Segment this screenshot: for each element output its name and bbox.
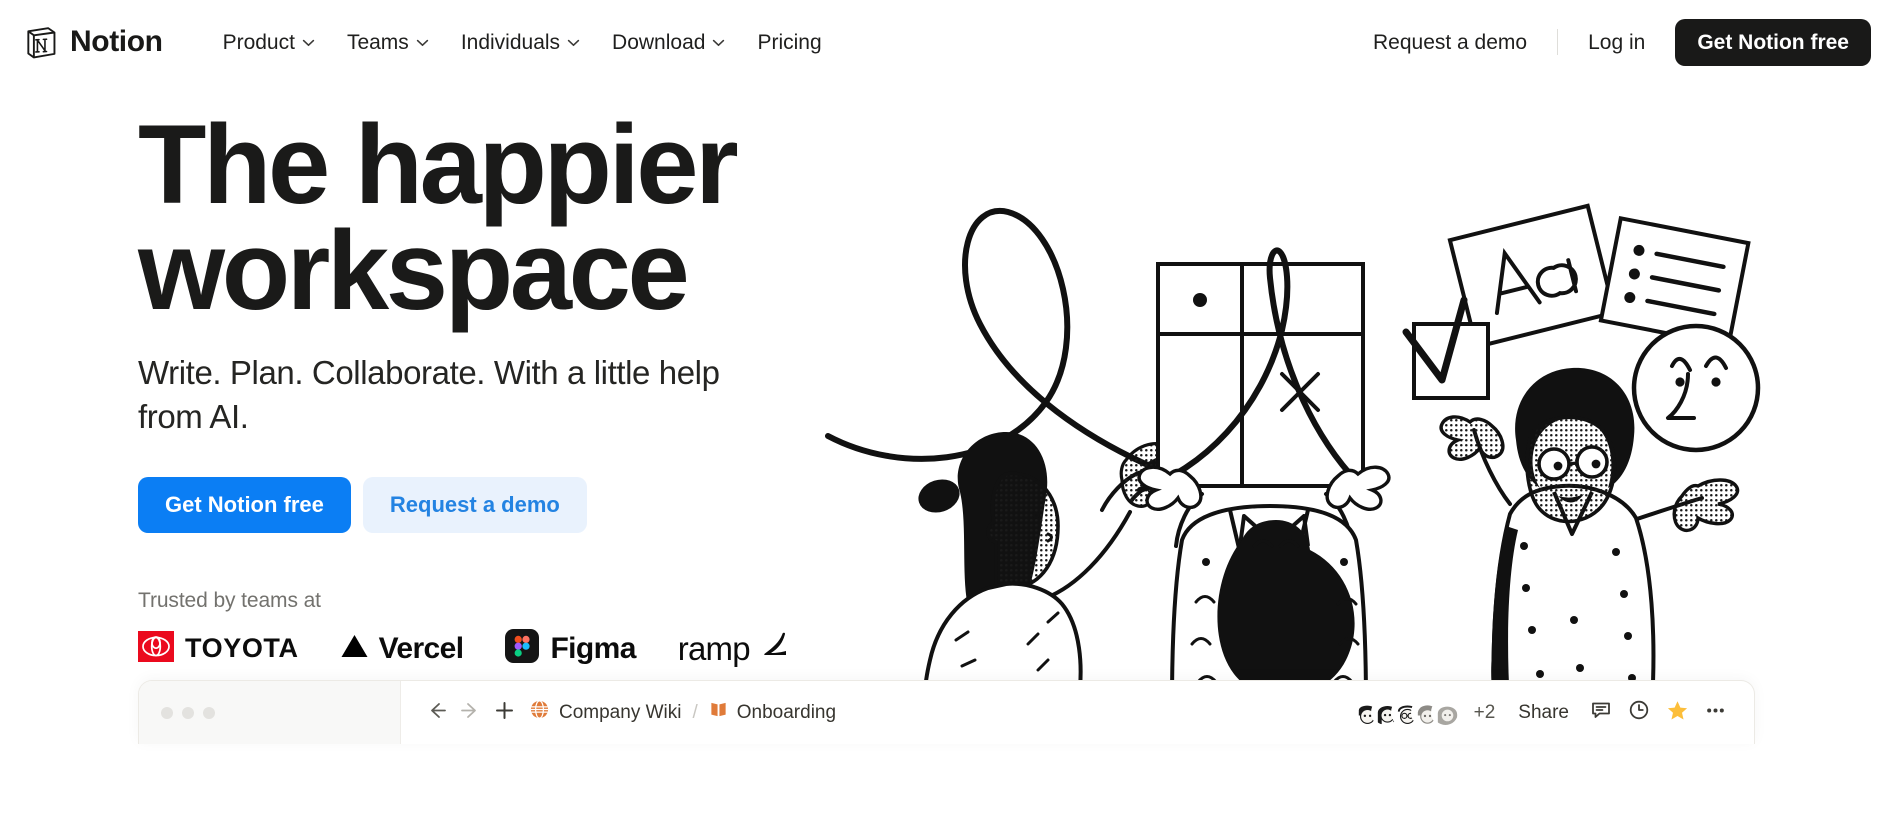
hero-subheadline: Write. Plan. Collaborate. With a little …: [138, 353, 720, 435]
logo-label: Vercel: [378, 631, 464, 665]
headline-line-2: workspace: [138, 208, 690, 334]
person-left: [870, 432, 1181, 714]
page-name: Onboarding: [736, 701, 837, 723]
chevron-down-icon: [302, 37, 315, 47]
nav-label: Product: [222, 30, 295, 54]
star-icon: [1666, 699, 1689, 727]
arrow-right-icon: [460, 700, 481, 726]
chevron-down-icon: [712, 37, 725, 47]
nav-separator: [1557, 29, 1559, 55]
top-navigation-bar: Notion Product Teams Individuals Downloa…: [0, 0, 1893, 84]
vercel-triangle-icon: [341, 634, 368, 663]
back-button[interactable]: [419, 696, 453, 730]
mockup-sidebar: [139, 681, 401, 744]
nav-item-teams[interactable]: Teams: [333, 23, 443, 62]
primary-nav-links: Product Teams Individuals Download Prici…: [209, 23, 836, 62]
arrow-left-icon: [426, 700, 447, 726]
breadcrumb-workspace[interactable]: Company Wiki: [521, 694, 689, 731]
overflow-member-count: +2: [1473, 701, 1496, 723]
nav-item-pricing[interactable]: Pricing: [743, 23, 835, 62]
logo-label: Figma: [550, 631, 636, 665]
logo-figma: Figma: [505, 629, 636, 668]
request-a-demo-link[interactable]: Request a demo: [1357, 23, 1543, 62]
hero-cta-row: Get Notion free Request a demo: [138, 477, 790, 534]
page-history-button[interactable]: [1622, 696, 1656, 730]
nav-item-individuals[interactable]: Individuals: [447, 23, 594, 62]
globe-icon: [529, 699, 550, 726]
person-middle: [1137, 465, 1391, 706]
new-page-button[interactable]: [487, 696, 521, 730]
mockup-topbar: Company Wiki / Onboarding +2 Share: [401, 681, 1754, 744]
nav-label: Teams: [346, 30, 409, 54]
share-button[interactable]: Share: [1507, 696, 1580, 730]
ramp-swoosh-icon: [761, 632, 791, 665]
trusted-by-label: Trusted by teams at: [138, 589, 321, 613]
collaboration-illustration: [810, 174, 1770, 714]
mockup-topbar-actions: +2 Share: [1350, 696, 1732, 730]
nav-item-product[interactable]: Product: [209, 23, 329, 62]
logo-toyota: TOYOTA: [138, 630, 299, 667]
get-notion-free-button-nav[interactable]: Get Notion free: [1675, 18, 1871, 66]
hero-section: The happier workspace Write. Plan. Colla…: [0, 84, 1893, 744]
logo-ramp: ramp: [678, 632, 791, 665]
breadcrumb-page[interactable]: Onboarding: [701, 695, 844, 730]
hero-copy: The happier workspace Write. Plan. Colla…: [0, 84, 790, 744]
nav-actions: Request a demo Log in Get Notion free: [1357, 18, 1871, 66]
ellipsis-icon: [1704, 699, 1727, 727]
chevron-down-icon: [416, 37, 429, 47]
open-book-icon: [709, 700, 728, 725]
more-options-button[interactable]: [1698, 696, 1732, 730]
customer-logo-row: TOYOTA Vercel Figma ramp: [138, 629, 790, 668]
comment-icon: [1590, 699, 1612, 726]
product-browser-mockup: Company Wiki / Onboarding +2 Share: [138, 680, 1755, 744]
nav-item-download[interactable]: Download: [598, 23, 739, 62]
toyota-icon: [138, 630, 174, 667]
collaborator-avatars[interactable]: [1350, 698, 1460, 727]
log-in-link[interactable]: Log in: [1572, 23, 1661, 62]
window-close-dot[interactable]: [161, 706, 173, 719]
nav-label: Individuals: [460, 30, 561, 54]
breadcrumb-separator: /: [692, 701, 698, 723]
forward-button[interactable]: [453, 696, 487, 730]
avatar: [1430, 698, 1460, 727]
logo-label: ramp: [677, 630, 751, 668]
get-notion-free-button-hero[interactable]: Get Notion free: [138, 477, 351, 534]
calendar-board: [1137, 247, 1365, 493]
brand-name: Notion: [70, 25, 163, 58]
clock-icon: [1628, 699, 1650, 726]
comments-button[interactable]: [1584, 696, 1618, 730]
nav-label: Pricing: [757, 30, 822, 54]
page-title: The happier workspace: [138, 109, 790, 327]
logo-vercel: Vercel: [341, 631, 464, 665]
notion-book-icon: [22, 23, 60, 61]
notion-logo-home-link[interactable]: Notion: [22, 23, 163, 61]
logo-label: TOYOTA: [185, 633, 299, 664]
favorite-button[interactable]: [1660, 696, 1694, 730]
workspace-name: Company Wiki: [559, 701, 682, 723]
chevron-down-icon: [567, 37, 580, 47]
figma-icon: [505, 629, 540, 668]
hero-illustration-container: [790, 84, 1893, 744]
request-a-demo-button-hero[interactable]: Request a demo: [362, 477, 587, 534]
window-maximize-dot[interactable]: [203, 706, 215, 719]
plus-icon: [494, 700, 515, 726]
nav-label: Download: [612, 30, 706, 54]
window-minimize-dot[interactable]: [182, 706, 194, 719]
